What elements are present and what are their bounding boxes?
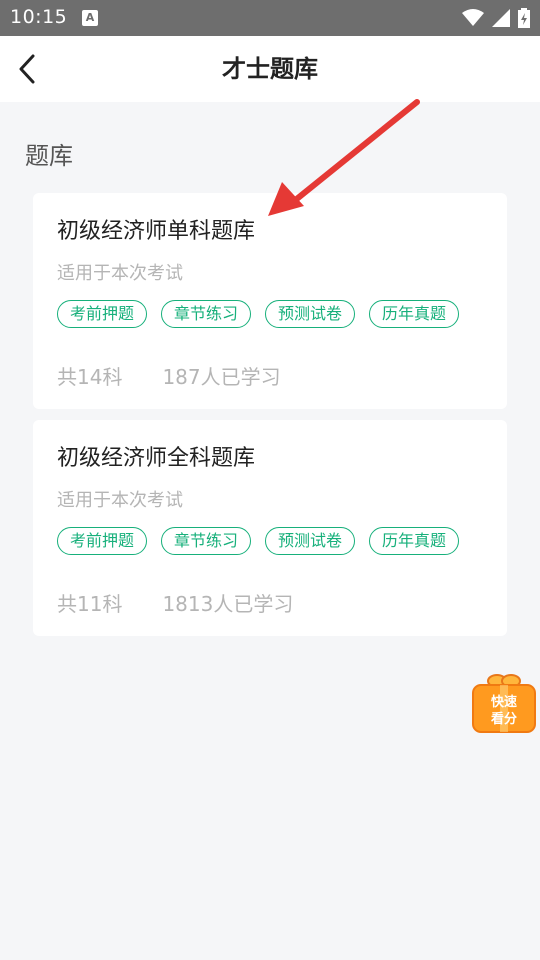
page-title: 才士题库	[222, 55, 318, 83]
learner-count: 187人已学习	[162, 365, 281, 389]
wifi-icon	[462, 9, 484, 26]
card-title: 初级经济师全科题库	[57, 446, 256, 471]
app-bar: 才士题库	[0, 36, 540, 102]
promo-text-line2: 看分	[491, 711, 517, 727]
question-bank-card[interactable]: 初级经济师全科题库 适用于本次考试 考前押题 章节练习 预测试卷 历年真题 共1…	[33, 420, 507, 636]
tag-exam-prediction[interactable]: 考前押题	[57, 300, 148, 328]
status-bar: 10:15 A	[0, 0, 540, 36]
tag-mock-paper[interactable]: 预测试卷	[265, 300, 356, 328]
subject-count: 共14科	[57, 365, 123, 389]
promo-gift-button[interactable]: 快速 看分	[469, 672, 539, 734]
card-subtitle: 适用于本次考试	[57, 263, 183, 284]
tag-chapter-practice[interactable]: 章节练习	[161, 300, 252, 328]
section-title: 题库	[25, 142, 73, 170]
tag-past-papers[interactable]: 历年真题	[369, 300, 460, 328]
signal-icon	[492, 9, 510, 27]
card-stats: 共14科 187人已学习	[57, 361, 281, 390]
question-bank-card[interactable]: 初级经济师单科题库 适用于本次考试 考前押题 章节练习 预测试卷 历年真题 共1…	[33, 193, 507, 409]
tag-exam-prediction[interactable]: 考前押题	[57, 527, 148, 555]
notification-icon: A	[82, 10, 98, 26]
learner-count: 1813人已学习	[162, 592, 294, 616]
subject-count: 共11科	[57, 592, 123, 616]
promo-text-line1: 快速	[491, 694, 517, 710]
card-subtitle: 适用于本次考试	[57, 490, 183, 511]
tag-mock-paper[interactable]: 预测试卷	[265, 527, 356, 555]
tag-list: 考前押题 章节练习 预测试卷 历年真题	[57, 527, 460, 555]
status-time: 10:15	[10, 6, 68, 28]
tag-past-papers[interactable]: 历年真题	[369, 527, 460, 555]
card-stats: 共11科 1813人已学习	[57, 588, 293, 617]
card-title: 初级经济师单科题库	[57, 219, 256, 244]
status-icons	[462, 8, 530, 28]
tag-list: 考前押题 章节练习 预测试卷 历年真题	[57, 300, 460, 328]
battery-icon	[518, 8, 530, 28]
gift-icon: 快速 看分	[472, 674, 536, 733]
tag-chapter-practice[interactable]: 章节练习	[161, 527, 252, 555]
